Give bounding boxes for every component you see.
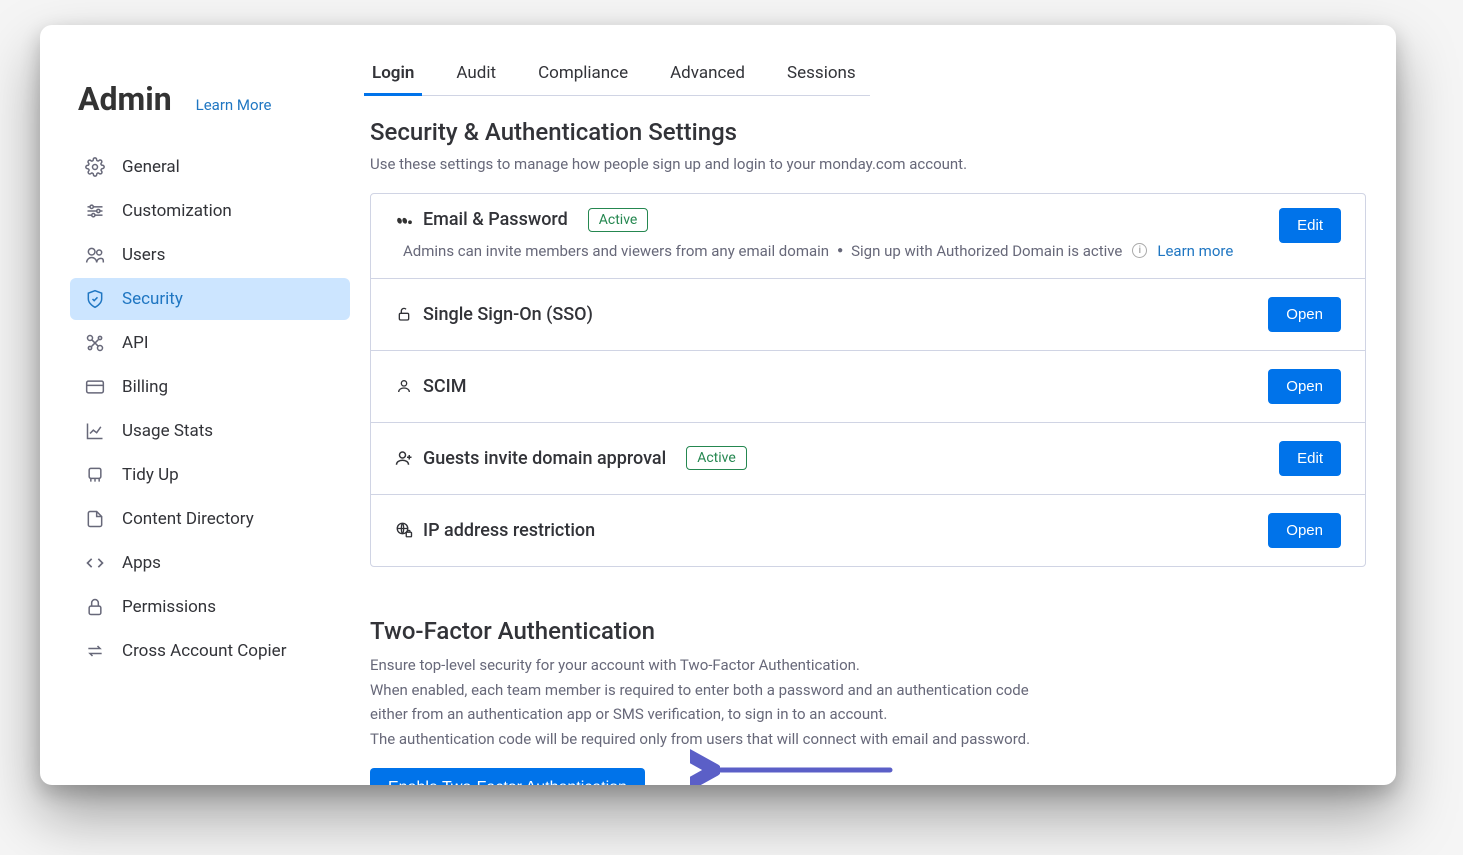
- tab-login[interactable]: Login: [370, 55, 416, 95]
- card-guests: Guests invite domain approval Active Edi…: [371, 423, 1365, 495]
- active-badge: Active: [588, 208, 649, 232]
- tfa-line-1: Ensure top-level security for your accou…: [370, 656, 860, 674]
- sidebar: Admin Learn More General Customization: [40, 25, 360, 785]
- sidebar-item-usage-stats[interactable]: Usage Stats: [70, 410, 350, 452]
- sidebar-item-customization[interactable]: Customization: [70, 190, 350, 232]
- card-title: SCIM: [423, 376, 467, 397]
- tfa-section: Two-Factor Authentication Ensure top-lev…: [370, 617, 1366, 785]
- card-head: Email & Password Active: [395, 208, 1279, 232]
- lock-icon: [84, 596, 106, 618]
- sidebar-item-api[interactable]: API: [70, 322, 350, 364]
- card-title: Email & Password: [423, 209, 568, 230]
- edit-button[interactable]: Edit: [1279, 441, 1341, 476]
- sidebar-item-label: Tidy Up: [122, 465, 179, 485]
- sidebar-item-security[interactable]: Security: [70, 278, 350, 320]
- tfa-line-2: When enabled, each team member is requir…: [370, 681, 1029, 699]
- sidebar-item-label: Billing: [122, 377, 168, 397]
- card-ip-restriction: IP address restriction Open: [371, 495, 1365, 566]
- document-icon: [84, 508, 106, 530]
- enable-tfa-button[interactable]: Enable Two-Factor Authentication: [370, 768, 645, 785]
- card-head: Guests invite domain approval Active: [395, 446, 747, 470]
- sidebar-item-tidy-up[interactable]: Tidy Up: [70, 454, 350, 496]
- arrows-icon: [84, 640, 106, 662]
- sidebar-item-cross-account-copier[interactable]: Cross Account Copier: [70, 630, 350, 672]
- credit-card-icon: [84, 376, 106, 398]
- sidebar-item-label: Users: [122, 245, 165, 265]
- tfa-line-4: The authentication code will be required…: [370, 730, 1030, 748]
- gear-icon: [84, 156, 106, 178]
- card-sso: Single Sign-On (SSO) Open: [371, 279, 1365, 351]
- card-title: Single Sign-On (SSO): [423, 304, 593, 325]
- active-badge: Active: [686, 446, 747, 470]
- card-head: IP address restriction: [395, 520, 595, 541]
- users-icon: [84, 244, 106, 266]
- sidebar-item-general[interactable]: General: [70, 146, 350, 188]
- api-icon: [84, 332, 106, 354]
- admin-window: Admin Learn More General Customization: [40, 25, 1396, 785]
- broom-icon: [84, 464, 106, 486]
- tfa-line-3: either from an authentication app or SMS…: [370, 705, 887, 723]
- code-icon: [84, 552, 106, 574]
- person-plus-icon: [395, 449, 413, 467]
- sidebar-item-label: Security: [122, 289, 183, 309]
- chart-icon: [84, 420, 106, 442]
- sidebar-item-label: General: [122, 157, 180, 177]
- open-button[interactable]: Open: [1268, 513, 1341, 548]
- tab-advanced[interactable]: Advanced: [668, 55, 747, 95]
- sidebar-item-permissions[interactable]: Permissions: [70, 586, 350, 628]
- sidebar-item-label: Customization: [122, 201, 232, 221]
- sidebar-nav: General Customization Users Security: [70, 146, 350, 672]
- sidebar-item-label: Cross Account Copier: [122, 641, 286, 661]
- admin-title: Admin: [78, 80, 172, 118]
- info-icon[interactable]: i: [1132, 243, 1147, 258]
- tab-compliance[interactable]: Compliance: [536, 55, 630, 95]
- card-head: Single Sign-On (SSO): [395, 304, 593, 325]
- monday-logo-icon: [395, 211, 413, 229]
- sidebar-item-content-directory[interactable]: Content Directory: [70, 498, 350, 540]
- main-content: Login Audit Compliance Advanced Sessions…: [360, 25, 1396, 785]
- card-email-password: Email & Password Active Admins can invit…: [371, 194, 1365, 279]
- card-title: IP address restriction: [423, 520, 595, 541]
- open-button[interactable]: Open: [1268, 369, 1341, 404]
- card-head: SCIM: [395, 376, 467, 397]
- unlock-icon: [395, 305, 413, 323]
- sidebar-item-label: Content Directory: [122, 509, 254, 529]
- card-left: Email & Password Active Admins can invit…: [395, 208, 1279, 260]
- learn-more-link[interactable]: Learn More: [196, 96, 272, 114]
- shield-icon: [84, 288, 106, 310]
- sidebar-item-label: Permissions: [122, 597, 216, 617]
- learn-more-link[interactable]: Learn more: [1157, 242, 1233, 260]
- subtext-1: Admins can invite members and viewers fr…: [403, 242, 829, 260]
- subtext-2: Sign up with Authorized Domain is active: [851, 242, 1122, 260]
- globe-lock-icon: [395, 521, 413, 539]
- open-button[interactable]: Open: [1268, 297, 1341, 332]
- sidebar-header: Admin Learn More: [70, 80, 350, 118]
- sidebar-item-label: API: [122, 333, 148, 353]
- section-desc: Use these settings to manage how people …: [370, 152, 1366, 177]
- sidebar-item-apps[interactable]: Apps: [70, 542, 350, 584]
- tfa-title: Two-Factor Authentication: [370, 617, 1366, 645]
- tab-sessions[interactable]: Sessions: [785, 55, 858, 95]
- section-title: Security & Authentication Settings: [370, 118, 1366, 146]
- tab-audit[interactable]: Audit: [454, 55, 498, 95]
- sidebar-item-label: Usage Stats: [122, 421, 213, 441]
- card-title: Guests invite domain approval: [423, 448, 666, 469]
- tabs: Login Audit Compliance Advanced Sessions: [370, 55, 870, 96]
- sidebar-item-users[interactable]: Users: [70, 234, 350, 276]
- sidebar-item-billing[interactable]: Billing: [70, 366, 350, 408]
- card-subtext: Admins can invite members and viewers fr…: [395, 242, 1279, 260]
- sliders-icon: [84, 200, 106, 222]
- sidebar-item-label: Apps: [122, 553, 161, 573]
- auth-card-list: Email & Password Active Admins can invit…: [370, 193, 1366, 567]
- bullet-separator: ●: [835, 245, 845, 256]
- edit-button[interactable]: Edit: [1279, 208, 1341, 243]
- card-scim: SCIM Open: [371, 351, 1365, 423]
- person-icon: [395, 377, 413, 395]
- tfa-desc: Ensure top-level security for your accou…: [370, 653, 1366, 752]
